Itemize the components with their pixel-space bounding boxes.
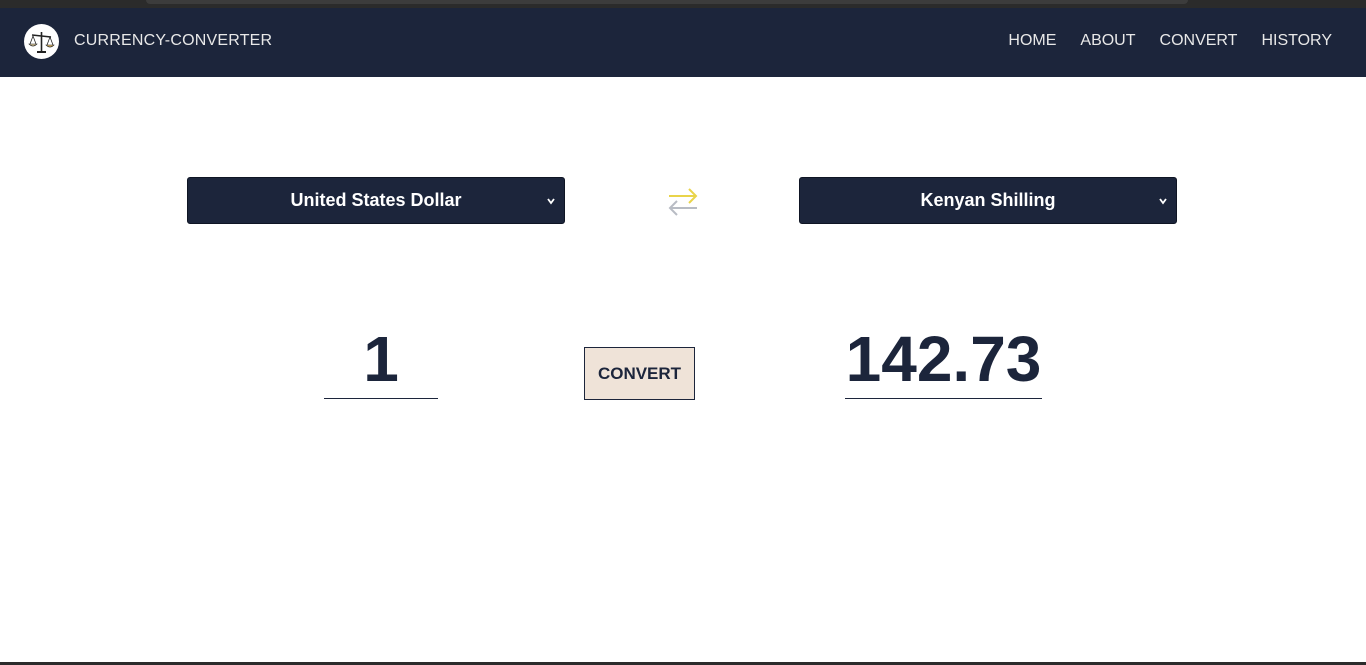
nav-convert-link[interactable]: CONVERT (1160, 32, 1238, 50)
chevron-down-icon (547, 198, 555, 205)
to-currency-value: Kenyan Shilling (920, 190, 1056, 210)
browser-top-strip (0, 0, 1366, 8)
nav-history-link[interactable]: HISTORY (1261, 32, 1332, 50)
nav-home-link[interactable]: HOME (1008, 32, 1056, 50)
scales-icon[interactable] (24, 24, 59, 59)
converted-amount-output: 142.73 (845, 322, 1042, 399)
to-currency-select[interactable]: Kenyan Shilling (799, 177, 1177, 224)
nav-links: HOME ABOUT CONVERT HISTORY (1008, 32, 1332, 50)
from-currency-select[interactable]: United States Dollar (187, 177, 565, 224)
amount-input[interactable]: 1 (324, 322, 438, 399)
brand-title[interactable]: CURRENCY-CONVERTER (74, 32, 272, 50)
swap-arrows-icon[interactable] (666, 186, 700, 218)
from-currency-value: United States Dollar (290, 190, 462, 210)
convert-button[interactable]: CONVERT (584, 347, 695, 400)
chevron-down-icon (1159, 198, 1167, 205)
navbar: CURRENCY-CONVERTER HOME ABOUT CONVERT HI… (0, 8, 1366, 77)
nav-about-link[interactable]: ABOUT (1080, 32, 1135, 50)
browser-address-bar-edge (146, 0, 1188, 4)
